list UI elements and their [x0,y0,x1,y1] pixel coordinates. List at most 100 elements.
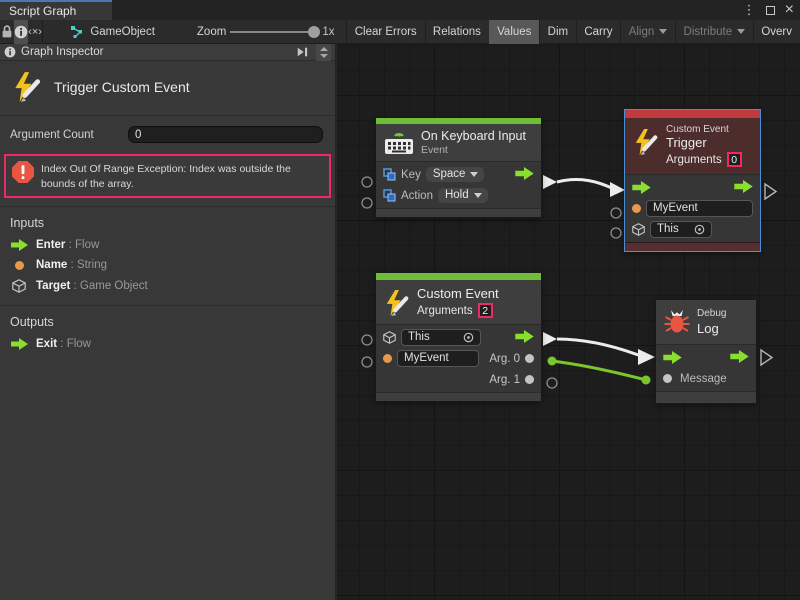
collapse-right-icon [296,46,308,58]
arg0-out-port[interactable] [525,354,534,363]
inputs-section: Inputs Enter : Flow Name : String Target… [0,206,335,297]
carry-button[interactable]: Carry [576,20,620,44]
node-footer [376,208,541,217]
lock-icon [0,24,14,39]
arg1-out-port[interactable] [525,375,534,384]
key-dropdown[interactable]: Space [426,167,485,182]
outputs-heading: Outputs [0,306,335,334]
arguments-label: Arguments [417,305,473,317]
node-custom-event[interactable]: Custom Event Arguments 2 This [376,273,541,401]
flow-out-port[interactable] [515,330,534,343]
dim-button[interactable]: Dim [540,20,576,44]
wire-keyboard-to-trigger[interactable] [543,175,625,197]
object-picker-icon[interactable] [463,332,474,343]
panel-spinner[interactable] [316,44,331,61]
maximize-icon[interactable] [766,6,775,15]
node-title: On Keyboard Input [421,129,526,143]
lock-button[interactable] [0,20,14,44]
values-button[interactable]: Values [489,20,539,44]
close-icon[interactable]: × [785,0,794,20]
graph-inspector-header: Graph Inspector [0,44,335,61]
titlebar: Script Graph ⋮ × [0,0,800,20]
node-title: Trigger [666,135,742,150]
chevron-down-icon [737,29,745,34]
cube-icon[interactable] [632,223,645,236]
flow-stub-icon[interactable] [761,350,772,365]
graph-inspector-panel: Graph Inspector Trigger Custom Event [0,44,336,600]
port-circle [611,208,621,218]
gameobject-label: GameObject [90,26,155,38]
flow-out-port[interactable] [730,350,749,363]
inspector-toggle-button[interactable] [14,20,28,44]
code-preview-button[interactable]: ‹×› [28,20,42,44]
distribute-button[interactable]: Distribute [676,20,754,44]
key-label: Key [401,169,421,181]
chevron-down-icon [474,193,482,198]
event-name-field[interactable]: MyEvent [397,350,479,367]
tab-script-graph[interactable]: Script Graph [0,0,112,20]
unit-title: Trigger Custom Event [54,79,190,95]
flow-out-port[interactable] [734,180,753,193]
code-icon: ‹×› [28,26,42,38]
target-field[interactable]: This [401,329,481,346]
node-error-bar [625,110,760,118]
cube-icon[interactable] [383,331,396,344]
error-octagon-icon [12,161,34,183]
spinner-up-icon [320,47,328,51]
action-dropdown[interactable]: Hold [438,188,488,203]
chevron-down-icon [470,172,478,177]
port-circle [611,228,621,238]
zoom-slider-handle[interactable] [308,26,320,38]
zoom-slider[interactable] [230,31,318,33]
target-field[interactable]: This [650,221,712,238]
node-color-bar [376,273,541,280]
port-circle [362,335,372,345]
port-circle [547,378,557,388]
clear-errors-button[interactable]: Clear Errors [347,20,425,44]
arguments-count-badge[interactable]: 0 [727,152,742,167]
flow-in-port[interactable] [632,181,651,194]
custom-event-icon [633,127,659,157]
node-on-keyboard-input[interactable]: On Keyboard Input Event Key Space [376,118,541,217]
node-title: Custom Event [417,286,499,301]
string-port-icon[interactable] [632,204,641,213]
string-port-icon[interactable] [383,354,392,363]
input-row-target: Target : Game Object [0,275,335,297]
object-picker-icon[interactable] [694,224,705,235]
node-kind: Debug [697,308,726,319]
spinner-down-icon [320,54,328,58]
unity-window: Script Graph ⋮ × ‹×› [0,0,800,600]
graph-canvas[interactable]: On Keyboard Input Event Key Space [337,44,800,600]
zoom-value: 1x [322,26,334,38]
keyboard-event-icon [384,130,414,155]
port-circle [362,198,372,208]
overview-button[interactable]: Overv [753,20,800,44]
node-trigger-custom-event[interactable]: Custom Event Trigger Arguments 0 [625,110,760,251]
flow-out-port[interactable] [515,167,534,180]
event-name-field[interactable]: MyEvent [646,200,753,217]
input-row-enter: Enter : Flow [0,235,335,255]
kebab-menu-icon[interactable]: ⋮ [743,0,756,20]
node-debug-log[interactable]: Debug Log Message [656,300,756,403]
wire-customevent-to-debug[interactable] [543,332,655,365]
message-in-port[interactable] [663,374,672,383]
node-subtitle: Event [421,144,526,156]
gameobject-breadcrumb[interactable]: GameObject [42,20,163,44]
unit-header: Trigger Custom Event [0,61,335,116]
relations-button[interactable]: Relations [425,20,489,44]
flow-arrow-icon [11,338,28,350]
flow-stub-icon[interactable] [765,184,776,199]
align-button[interactable]: Align [621,20,676,44]
dock-panel-button[interactable] [293,44,311,60]
argument-count-label: Argument Count [10,129,128,141]
flow-arrow-icon [11,239,28,251]
zoom-control: Zoom 1x [163,20,343,44]
argument-count-input[interactable] [128,126,323,143]
graph-inspector-title: Graph Inspector [21,46,103,58]
graph-toolbar: ‹×› GameObject Zoom 1x Clear Errors Rela… [0,20,800,44]
arguments-count-badge[interactable]: 2 [478,303,493,318]
flow-in-port[interactable] [663,351,682,364]
wire-arg0-to-message[interactable] [548,357,651,385]
output-row-exit: Exit : Flow [0,334,335,354]
tab-label: Script Graph [9,4,76,18]
